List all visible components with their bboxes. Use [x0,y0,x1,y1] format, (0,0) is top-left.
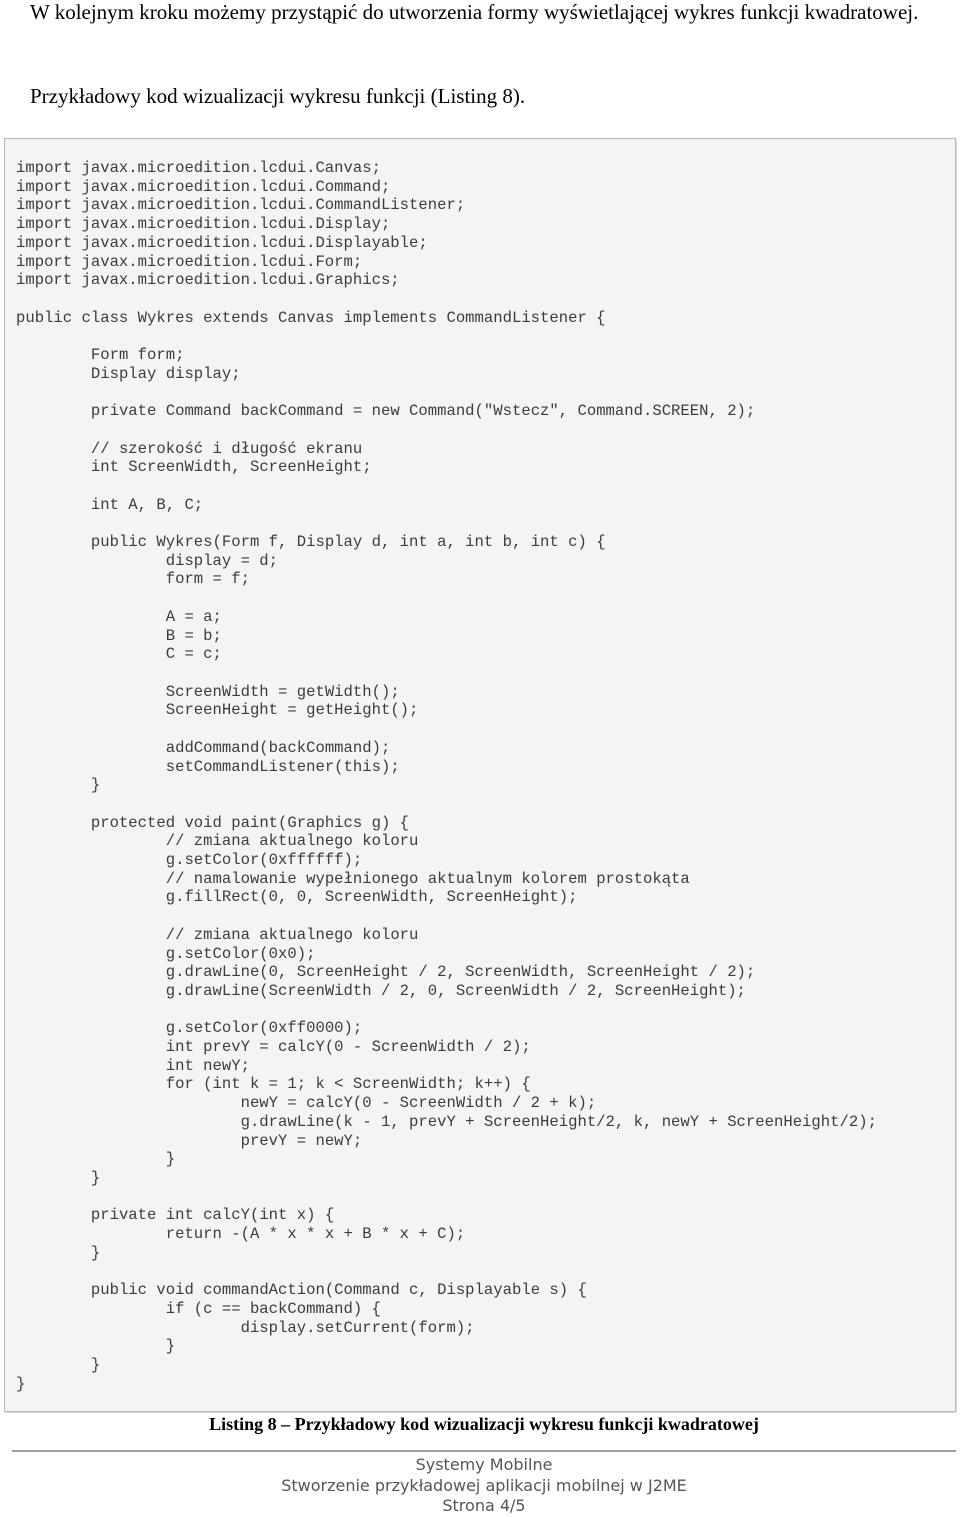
code-line: A = a; [165,607,222,626]
code-line: ScreenWidth = getWidth(); [165,682,400,701]
code-line: display.setCurrent(form); [240,1318,475,1337]
code-line: import javax.microedition.lcdui.Displaya… [16,233,428,252]
code-line: C = c; [165,645,222,664]
listing-reference-paragraph: Przykładowy kod wizualizacji wykresu fun… [30,84,526,108]
code-line: } [16,1374,26,1393]
code-line: B = b; [165,626,222,645]
code-line: addCommand(backCommand); [165,738,391,757]
code-line: import javax.microedition.lcdui.CommandL… [16,196,466,215]
code-line: // zmiana aktualnego koloru [165,832,419,851]
code-line: public class Wykres extends Canvas imple… [16,308,606,327]
code-line: } [165,1150,176,1169]
code-line: import javax.microedition.lcdui.Command; [16,177,391,196]
code-line: g.setColor(0xff0000); [165,1019,363,1038]
code-line: int A, B, C; [90,495,204,514]
code-line: g.fillRect(0, 0, ScreenWidth, ScreenHeig… [165,888,578,907]
code-line: g.setColor(0x0); [165,944,316,963]
code-line: return -(A * x * x + B * x + C); [165,1225,466,1244]
intro-paragraph: W kolejnym kroku możemy przystąpić do ut… [30,0,919,24]
code-line: newY = calcY(0 - ScreenWidth / 2 + k); [240,1094,597,1113]
code-line: if (c == backCommand) { [165,1299,381,1318]
code-line: } [90,1168,101,1187]
code-line: public void commandAction(Command c, Dis… [90,1281,587,1300]
code-line: protected void paint(Graphics g) { [90,813,410,832]
code-line: for (int k = 1; k < ScreenWidth; k++) { [165,1075,531,1094]
footer-page-number: Strona 4/5 [442,1496,526,1515]
code-line: prevY = newY; [240,1131,363,1150]
code-line: Display display; [90,364,241,383]
page-footer: Systemy Mobilne Stworzenie przykładowej … [0,1455,960,1517]
code-line: g.drawLine(0, ScreenHeight / 2, ScreenWi… [165,963,756,982]
code-listing-box: import javax.microedition.lcdui.Canvas; … [4,138,956,1412]
code-line: // szerokość i długość ekranu [90,439,363,458]
code-line: import javax.microedition.lcdui.Canvas; [16,159,381,177]
code-line: import javax.microedition.lcdui.Form; [16,252,363,271]
code-line: int newY; [165,1056,250,1075]
code-line: } [90,1243,101,1262]
code-line: setCommandListener(this); [165,757,400,776]
listing-caption: Listing 8 – Przykładowy kod wizualizacji… [209,1414,759,1434]
footer-divider [12,1450,956,1452]
code-line: } [90,1356,101,1374]
code-line: } [90,776,101,795]
code-line: public Wykres(Form f, Display d, int a, … [90,533,606,552]
code-line: int ScreenWidth, ScreenHeight; [90,458,372,477]
code-line: g.drawLine(k - 1, prevY + ScreenHeight/2… [240,1112,877,1131]
code-line: g.setColor(0xffffff); [165,851,363,870]
code-line: import javax.microedition.lcdui.Display; [16,215,391,234]
footer-document-title: Stworzenie przykładowej aplikacji mobiln… [281,1475,687,1495]
code-line: // zmiana aktualnego koloru [165,925,419,944]
code-line: Form form; [90,346,185,365]
code-line: form = f; [165,570,250,589]
code-line: int prevY = calcY(0 - ScreenWidth / 2); [165,1038,531,1057]
code-line: display = d; [165,551,279,570]
code-line: private Command backCommand = new Comman… [90,402,756,421]
code-line: private int calcY(int x) { [90,1206,335,1225]
code-listing: import javax.microedition.lcdui.Canvas; … [16,159,877,1393]
footer-course-title: Systemy Mobilne [415,1455,553,1474]
code-line: // namalowanie wypełnionego aktualnym ko… [165,869,690,888]
code-line: g.drawLine(ScreenWidth / 2, 0, ScreenWid… [165,981,746,1000]
code-line: } [165,1337,176,1356]
code-line: ScreenHeight = getHeight(); [165,701,419,720]
code-line: import javax.microedition.lcdui.Graphics… [16,271,400,290]
